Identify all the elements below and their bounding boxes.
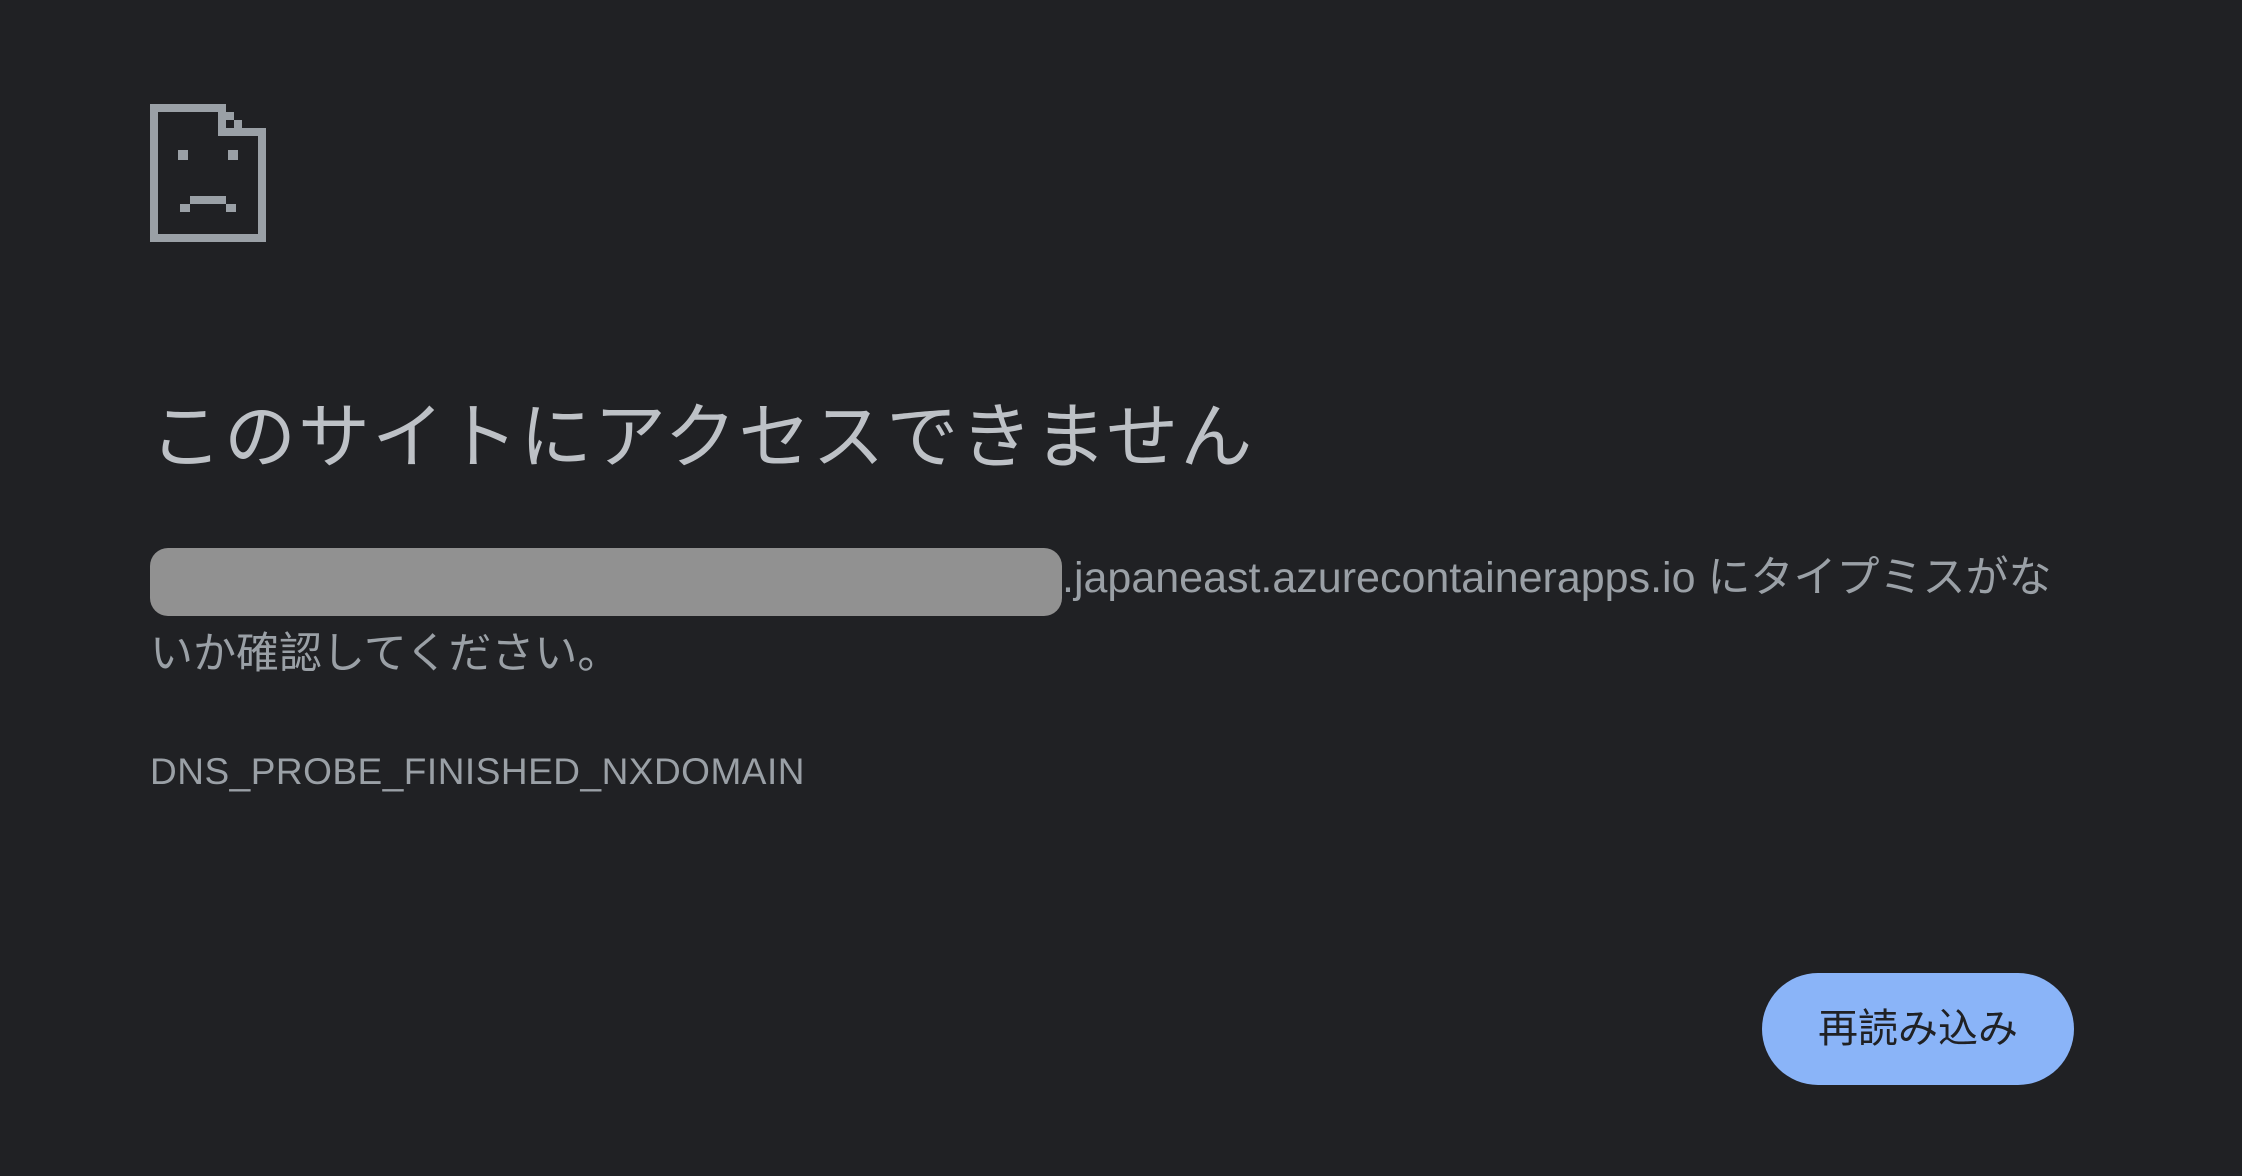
reload-button[interactable]: 再読み込み [1762,973,2074,1085]
sad-document-icon [150,104,266,242]
error-message: .japaneast.azurecontainerapps.io にタイプミスが… [150,540,2070,692]
host-suffix: .japaneast.azurecontainerapps.io [1062,554,1696,602]
error-headline: このサイトにアクセスできません [150,398,1255,478]
error-code: DNS_PROBE_FINISHED_NXDOMAIN [150,751,805,792]
redacted-hostname [150,548,1062,616]
